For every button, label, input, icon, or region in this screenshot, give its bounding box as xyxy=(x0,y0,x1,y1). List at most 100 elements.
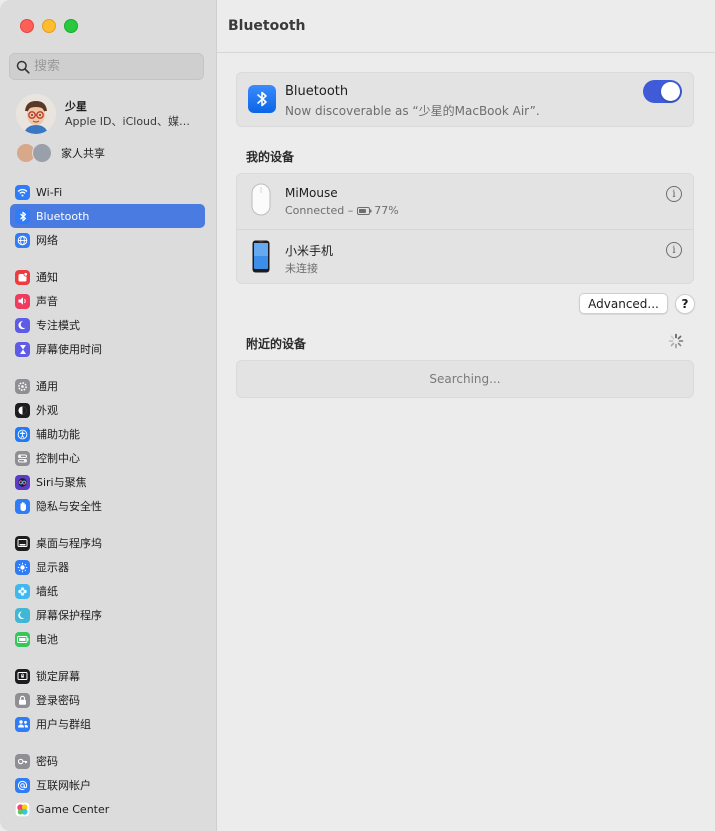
sidebar-item-label: Bluetooth xyxy=(36,209,90,223)
users-icon xyxy=(15,716,30,732)
sidebar-item-label: 互联网帐户 xyxy=(36,779,91,792)
sidebar-group: 锁定屏幕 登录密码 用户与群组 xyxy=(10,664,205,736)
sidebar-item-label: Wi-Fi xyxy=(36,185,63,199)
sidebar-item-hourglass[interactable]: 屏幕使用时间 xyxy=(10,337,205,361)
device-name: MiMouse xyxy=(285,186,338,200)
game-center-icon xyxy=(15,801,30,817)
sidebar-item-battery[interactable]: 电池 xyxy=(10,627,205,651)
device-status: Connected – 77% xyxy=(285,204,399,217)
sidebar-group: 密码互联网帐户 Game Center xyxy=(10,749,205,821)
wallpaper-icon xyxy=(15,583,30,599)
sidebar-item-lock-screen[interactable]: 锁定屏幕 xyxy=(10,664,205,688)
nearby-devices-list: Searching... xyxy=(236,360,694,398)
title-bar: Bluetooth xyxy=(217,0,715,53)
bluetooth-icon xyxy=(15,208,30,224)
sidebar-item-label: 电池 xyxy=(36,633,58,646)
battery-percent: 77% xyxy=(374,204,399,217)
help-button[interactable]: ? xyxy=(675,294,695,314)
advanced-button[interactable]: Advanced... xyxy=(579,293,668,314)
device-status: 未连接 xyxy=(285,262,318,275)
sun-icon xyxy=(15,559,30,575)
sidebar-item-label: 专注模式 xyxy=(36,319,80,332)
searching-status: Searching... xyxy=(429,372,501,386)
sidebar-item-appearance[interactable]: 外观 xyxy=(10,398,205,422)
sidebar-item-wallpaper[interactable]: 墙纸 xyxy=(10,579,205,603)
battery-icon xyxy=(15,631,30,647)
sidebar-group: Wi-Fi Bluetooth 网络 xyxy=(10,180,205,252)
hourglass-icon xyxy=(15,341,30,357)
sidebar-item-screensaver[interactable]: 屏幕保护程序 xyxy=(10,603,205,627)
speaker-icon xyxy=(15,293,30,309)
sidebar-item-users[interactable]: 用户与群组 xyxy=(10,712,205,736)
device-row-xiaomi-phone[interactable]: 小米手机 未连接 i xyxy=(237,229,693,285)
sidebar-item-lock[interactable]: 登录密码 xyxy=(10,688,205,712)
loading-spinner-icon xyxy=(668,333,684,349)
sidebar-item-label: 隐私与安全性 xyxy=(36,500,102,513)
sidebar-item-label: 声音 xyxy=(36,295,58,308)
main-pane: Bluetooth Bluetooth Now discoverable as … xyxy=(217,0,715,831)
sidebar-item-bell[interactable]: 通知 xyxy=(10,265,205,289)
sidebar-item-at[interactable]: 互联网帐户 xyxy=(10,773,205,797)
toggle-knob xyxy=(661,82,680,101)
system-settings-window: 少星 Apple ID、iCloud、媒体与 App Store 家人共享 Wi… xyxy=(0,0,715,831)
sidebar-item-bluetooth[interactable]: Bluetooth xyxy=(10,204,205,228)
search-input[interactable] xyxy=(34,59,184,74)
sidebar-item-label: 密码 xyxy=(36,755,58,768)
sidebar-item-label: 网络 xyxy=(36,234,58,247)
bluetooth-icon xyxy=(248,85,276,113)
hand-icon xyxy=(15,498,30,514)
moon-icon xyxy=(15,317,30,333)
avatar xyxy=(16,94,56,134)
info-button[interactable]: i xyxy=(666,242,682,258)
sidebar-item-game-center[interactable]: Game Center xyxy=(10,797,205,821)
sidebar-item-accessibility[interactable]: 辅助功能 xyxy=(10,422,205,446)
zoom-window-button[interactable] xyxy=(64,19,78,33)
sidebar-item-wifi[interactable]: Wi-Fi xyxy=(10,180,205,204)
window-controls xyxy=(20,19,78,33)
sidebar-item-speaker[interactable]: 声音 xyxy=(10,289,205,313)
bluetooth-toggle[interactable] xyxy=(643,80,682,103)
gear-icon xyxy=(15,378,30,394)
sidebar-item-label: 桌面与程序坞 xyxy=(36,537,102,550)
sidebar-item-siri[interactable]: Siri与聚焦 xyxy=(10,470,205,494)
minimize-window-button[interactable] xyxy=(42,19,56,33)
sidebar-item-label: 屏幕使用时间 xyxy=(36,343,102,356)
sidebar-group: 通知声音专注模式屏幕使用时间 xyxy=(10,265,205,361)
family-sharing-item[interactable]: 家人共享 xyxy=(16,142,105,164)
connection-status: Connected – xyxy=(285,204,354,217)
phone-icon xyxy=(252,240,270,273)
lock-screen-icon xyxy=(15,668,30,684)
family-member-avatar xyxy=(32,143,52,163)
sidebar-item-label: 控制中心 xyxy=(36,452,80,465)
sidebar-item-dock[interactable]: 桌面与程序坞 xyxy=(10,531,205,555)
bluetooth-toggle-card: Bluetooth Now discoverable as “少星的MacBoo… xyxy=(236,72,694,127)
sidebar-item-globe[interactable]: 网络 xyxy=(10,228,205,252)
siri-icon xyxy=(15,474,30,490)
family-sharing-label: 家人共享 xyxy=(61,147,105,160)
sidebar-group: 桌面与程序坞显示器 墙纸屏幕保护程序 电池 xyxy=(10,531,205,651)
sidebar-item-gear[interactable]: 通用 xyxy=(10,374,205,398)
mouse-icon xyxy=(251,183,271,216)
sidebar-item-moon[interactable]: 专注模式 xyxy=(10,313,205,337)
apple-id-profile[interactable]: 少星 Apple ID、iCloud、媒体与 App Store xyxy=(16,94,208,134)
control-center-icon xyxy=(15,450,30,466)
globe-icon xyxy=(15,232,30,248)
sidebar-group: 通用外观辅助功能控制中心 Siri与聚焦隐私与安全性 xyxy=(10,374,205,518)
search-icon xyxy=(16,60,30,74)
screensaver-icon xyxy=(15,607,30,623)
profile-subtitle: Apple ID、iCloud、媒体与 App Store xyxy=(65,114,199,128)
info-button[interactable]: i xyxy=(666,186,682,202)
sidebar-item-label: 辅助功能 xyxy=(36,428,80,441)
sidebar-item-label: 通用 xyxy=(36,380,58,393)
sidebar-item-key[interactable]: 密码 xyxy=(10,749,205,773)
lock-icon xyxy=(15,692,30,708)
sidebar-item-sun[interactable]: 显示器 xyxy=(10,555,205,579)
page-title: Bluetooth xyxy=(228,18,306,34)
close-window-button[interactable] xyxy=(20,19,34,33)
device-row-mimouse[interactable]: MiMouse Connected – 77% i xyxy=(237,174,693,229)
key-icon xyxy=(15,753,30,769)
at-icon xyxy=(15,777,30,793)
sidebar-item-label: 屏幕保护程序 xyxy=(36,609,102,622)
sidebar-item-control-center[interactable]: 控制中心 xyxy=(10,446,205,470)
sidebar-item-hand[interactable]: 隐私与安全性 xyxy=(10,494,205,518)
